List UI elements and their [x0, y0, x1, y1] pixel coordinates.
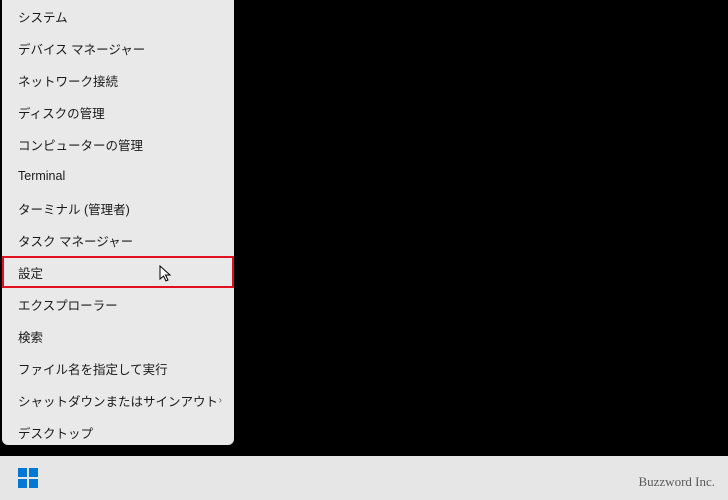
start-button[interactable] [14, 464, 42, 492]
menu-item-label: ディスクの管理 [18, 103, 105, 122]
menu-item-1[interactable]: デバイス マネージャー [2, 32, 234, 64]
menu-item-label: コンピューターの管理 [18, 135, 143, 154]
menu-item-6[interactable]: ターミナル (管理者) [2, 192, 234, 224]
menu-item-label: システム [18, 7, 68, 26]
menu-item-5[interactable]: Terminal [2, 160, 234, 192]
menu-item-label: エクスプローラー [18, 295, 118, 314]
taskbar [0, 456, 728, 500]
menu-item-label: デバイス マネージャー [18, 39, 145, 58]
menu-item-label: Terminal [18, 169, 65, 183]
menu-item-9[interactable]: エクスプローラー [2, 288, 234, 320]
menu-item-4[interactable]: コンピューターの管理 [2, 128, 234, 160]
menu-item-7[interactable]: タスク マネージャー [2, 224, 234, 256]
menu-item-label: ターミナル (管理者) [18, 199, 130, 218]
menu-item-label: シャットダウンまたはサインアウト [18, 391, 218, 410]
menu-item-11[interactable]: ファイル名を指定して実行 [2, 352, 234, 384]
menu-item-3[interactable]: ディスクの管理 [2, 96, 234, 128]
menu-item-label: タスク マネージャー [18, 231, 133, 250]
menu-item-2[interactable]: ネットワーク接続 [2, 64, 234, 96]
menu-item-0[interactable]: システム [2, 0, 234, 32]
windows-logo-icon [18, 468, 38, 488]
watermark-text: Buzzword Inc. [638, 474, 715, 490]
menu-item-12[interactable]: シャットダウンまたはサインアウト› [2, 384, 234, 416]
menu-item-label: 検索 [18, 327, 43, 346]
menu-item-label: 設定 [18, 263, 43, 282]
menu-item-13[interactable]: デスクトップ [2, 416, 234, 445]
menu-item-label: ネットワーク接続 [18, 71, 118, 90]
chevron-right-icon: › [219, 395, 222, 406]
menu-item-8[interactable]: 設定 [2, 256, 234, 288]
menu-item-label: デスクトップ [18, 423, 93, 442]
menu-item-10[interactable]: 検索 [2, 320, 234, 352]
menu-item-label: ファイル名を指定して実行 [18, 359, 168, 378]
winx-context-menu: システムデバイス マネージャーネットワーク接続ディスクの管理コンピューターの管理… [2, 0, 234, 445]
